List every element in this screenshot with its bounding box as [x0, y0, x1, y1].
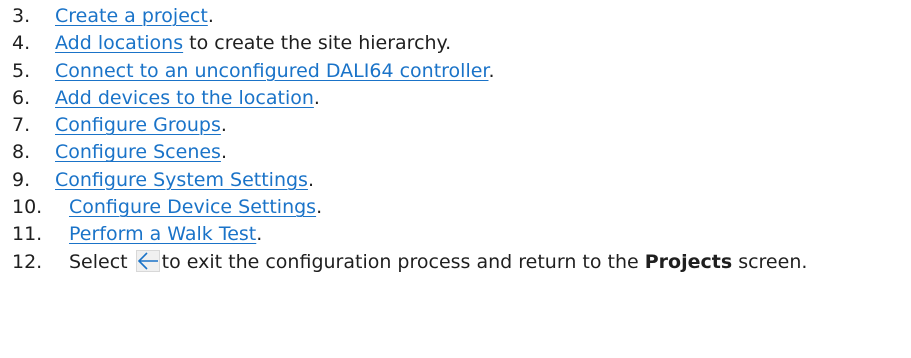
configure-system-settings-link[interactable]: Configure System Settings: [55, 169, 308, 191]
step-suffix: .: [316, 196, 323, 219]
step-number: 12.: [12, 250, 43, 273]
step-suffix: .: [220, 114, 227, 137]
connect-controller-link[interactable]: Connect to an unconfigured DALI64 contro…: [55, 60, 488, 82]
projects-label: Projects: [644, 250, 733, 273]
step-number: 7.: [12, 114, 31, 137]
step-prefix: Select: [69, 250, 134, 273]
document-page: 3. Create a project. 4. Add locations to…: [0, 0, 911, 358]
configure-groups-link[interactable]: Configure Groups: [55, 114, 221, 136]
step-suffix: .: [488, 59, 495, 82]
step-suffix: .: [207, 5, 214, 27]
step-text: Create a project.: [55, 3, 214, 30]
step-number: 5.: [12, 59, 31, 82]
step-text: Connect to an unconfigured DALI64 contro…: [55, 58, 495, 85]
step-suffix: .: [313, 86, 320, 109]
step-text: Configure System Settings.: [55, 167, 314, 194]
perform-walk-test-link[interactable]: Perform a Walk Test: [69, 223, 256, 245]
step-8: 8. Configure Scenes.: [12, 139, 907, 166]
step-4: 4. Add locations to create the site hier…: [12, 30, 907, 57]
step-text: Add devices to the location.: [55, 85, 320, 112]
step-text: Select to exit the configuration process…: [69, 249, 907, 276]
configure-device-settings-link[interactable]: Configure Device Settings: [69, 196, 316, 218]
step-suffix: .: [256, 223, 263, 246]
step-text: Perform a Walk Test.: [69, 221, 262, 248]
add-devices-link[interactable]: Add devices to the location: [55, 87, 314, 109]
create-project-link[interactable]: Create a project: [55, 5, 208, 27]
step-suffix: .: [307, 168, 314, 191]
back-arrow-icon: [135, 249, 160, 272]
step-9: 9. Configure System Settings.: [12, 167, 907, 194]
steps-list: 3. Create a project. 4. Add locations to…: [12, 3, 907, 276]
step-suffix: .: [220, 141, 227, 164]
step-number: 10.: [12, 196, 43, 219]
step-number: 9.: [12, 168, 31, 191]
step-6: 6. Add devices to the location.: [12, 85, 907, 112]
step-number: 3.: [12, 5, 31, 27]
step-12: 12. Select to exit the configuration pro…: [12, 249, 907, 276]
step-11: 11. Perform a Walk Test.: [12, 221, 907, 248]
step-text: Configure Groups.: [55, 112, 227, 139]
step-number: 6.: [12, 86, 31, 109]
step-5: 5. Connect to an unconfigured DALI64 con…: [12, 58, 907, 85]
step-number: 11.: [12, 223, 43, 246]
step-text: Configure Scenes.: [55, 139, 227, 166]
step-text: Configure Device Settings.: [69, 194, 322, 221]
step-number: 8.: [12, 141, 31, 164]
step-instruction: to exit the configuration process and re…: [161, 250, 645, 273]
step-7: 7. Configure Groups.: [12, 112, 907, 139]
step-suffix: to create the site hierarchy.: [183, 32, 452, 55]
configure-scenes-link[interactable]: Configure Scenes: [55, 141, 221, 163]
add-locations-link[interactable]: Add locations: [55, 32, 183, 54]
step-number: 4.: [12, 32, 31, 55]
step-10: 10. Configure Device Settings.: [12, 194, 907, 221]
step-end: screen.: [732, 250, 808, 273]
step-text: Add locations to create the site hierarc…: [55, 30, 451, 57]
step-3: 3. Create a project.: [12, 3, 907, 30]
